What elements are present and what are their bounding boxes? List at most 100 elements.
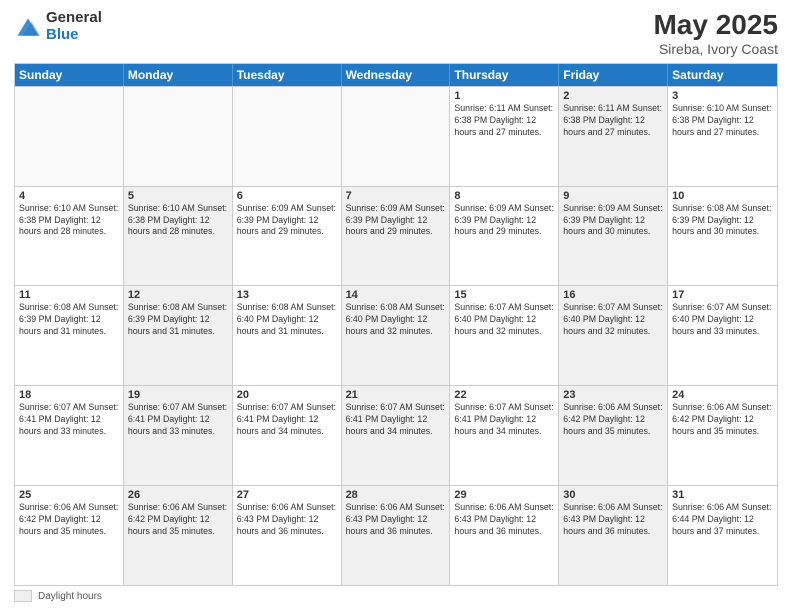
day-number: 31 (672, 489, 773, 501)
calendar-cell: 30Sunrise: 6:06 AM Sunset: 6:43 PM Dayli… (559, 486, 668, 585)
logo-icon (14, 13, 42, 41)
calendar-cell: 18Sunrise: 6:07 AM Sunset: 6:41 PM Dayli… (15, 386, 124, 485)
day-number: 23 (563, 389, 663, 401)
cell-info: Sunrise: 6:08 AM Sunset: 6:39 PM Dayligh… (19, 302, 119, 338)
day-number: 21 (346, 389, 446, 401)
day-number: 15 (454, 289, 554, 301)
day-number: 9 (563, 190, 663, 202)
cell-info: Sunrise: 6:06 AM Sunset: 6:42 PM Dayligh… (563, 402, 663, 438)
day-number: 27 (237, 489, 337, 501)
cell-info: Sunrise: 6:06 AM Sunset: 6:42 PM Dayligh… (672, 402, 773, 438)
cell-info: Sunrise: 6:07 AM Sunset: 6:40 PM Dayligh… (563, 302, 663, 338)
cell-info: Sunrise: 6:08 AM Sunset: 6:39 PM Dayligh… (672, 203, 773, 239)
calendar: SundayMondayTuesdayWednesdayThursdayFrid… (14, 63, 778, 586)
calendar-cell: 12Sunrise: 6:08 AM Sunset: 6:39 PM Dayli… (124, 286, 233, 385)
calendar-cell: 2Sunrise: 6:11 AM Sunset: 6:38 PM Daylig… (559, 87, 668, 186)
calendar-cell: 21Sunrise: 6:07 AM Sunset: 6:41 PM Dayli… (342, 386, 451, 485)
cell-info: Sunrise: 6:07 AM Sunset: 6:41 PM Dayligh… (346, 402, 446, 438)
header-cell-wednesday: Wednesday (342, 64, 451, 86)
logo-text: General Blue (46, 10, 102, 43)
day-number: 24 (672, 389, 773, 401)
day-number: 16 (563, 289, 663, 301)
calendar-cell: 11Sunrise: 6:08 AM Sunset: 6:39 PM Dayli… (15, 286, 124, 385)
logo: General Blue (14, 10, 102, 43)
calendar-cell: 28Sunrise: 6:06 AM Sunset: 6:43 PM Dayli… (342, 486, 451, 585)
logo-blue-text: Blue (46, 27, 102, 44)
calendar-body: 1Sunrise: 6:11 AM Sunset: 6:38 PM Daylig… (15, 86, 777, 585)
day-number: 8 (454, 190, 554, 202)
cell-info: Sunrise: 6:08 AM Sunset: 6:40 PM Dayligh… (346, 302, 446, 338)
cell-info: Sunrise: 6:07 AM Sunset: 6:41 PM Dayligh… (237, 402, 337, 438)
calendar-cell: 24Sunrise: 6:06 AM Sunset: 6:42 PM Dayli… (668, 386, 777, 485)
day-number: 1 (454, 90, 554, 102)
calendar-cell: 14Sunrise: 6:08 AM Sunset: 6:40 PM Dayli… (342, 286, 451, 385)
calendar-cell: 6Sunrise: 6:09 AM Sunset: 6:39 PM Daylig… (233, 187, 342, 286)
header-cell-sunday: Sunday (15, 64, 124, 86)
header-cell-monday: Monday (124, 64, 233, 86)
calendar-cell: 27Sunrise: 6:06 AM Sunset: 6:43 PM Dayli… (233, 486, 342, 585)
day-number: 5 (128, 190, 228, 202)
day-number: 25 (19, 489, 119, 501)
calendar-cell: 7Sunrise: 6:09 AM Sunset: 6:39 PM Daylig… (342, 187, 451, 286)
cell-info: Sunrise: 6:07 AM Sunset: 6:40 PM Dayligh… (454, 302, 554, 338)
calendar-cell: 1Sunrise: 6:11 AM Sunset: 6:38 PM Daylig… (450, 87, 559, 186)
day-number: 11 (19, 289, 119, 301)
calendar-cell: 31Sunrise: 6:06 AM Sunset: 6:44 PM Dayli… (668, 486, 777, 585)
calendar-cell: 22Sunrise: 6:07 AM Sunset: 6:41 PM Dayli… (450, 386, 559, 485)
calendar-cell: 20Sunrise: 6:07 AM Sunset: 6:41 PM Dayli… (233, 386, 342, 485)
calendar-cell: 5Sunrise: 6:10 AM Sunset: 6:38 PM Daylig… (124, 187, 233, 286)
calendar-cell: 13Sunrise: 6:08 AM Sunset: 6:40 PM Dayli… (233, 286, 342, 385)
calendar-cell: 15Sunrise: 6:07 AM Sunset: 6:40 PM Dayli… (450, 286, 559, 385)
cell-info: Sunrise: 6:06 AM Sunset: 6:43 PM Dayligh… (346, 502, 446, 538)
cell-info: Sunrise: 6:07 AM Sunset: 6:41 PM Dayligh… (454, 402, 554, 438)
logo-general-text: General (46, 10, 102, 27)
cell-info: Sunrise: 6:06 AM Sunset: 6:42 PM Dayligh… (128, 502, 228, 538)
day-number: 4 (19, 190, 119, 202)
day-number: 7 (346, 190, 446, 202)
day-number: 20 (237, 389, 337, 401)
day-number: 3 (672, 90, 773, 102)
calendar-header-row: SundayMondayTuesdayWednesdayThursdayFrid… (15, 64, 777, 86)
page: General Blue May 2025 Sireba, Ivory Coas… (0, 0, 792, 612)
title-block: May 2025 Sireba, Ivory Coast (653, 10, 778, 57)
day-number: 28 (346, 489, 446, 501)
calendar-cell: 26Sunrise: 6:06 AM Sunset: 6:42 PM Dayli… (124, 486, 233, 585)
day-number: 14 (346, 289, 446, 301)
day-number: 2 (563, 90, 663, 102)
cell-info: Sunrise: 6:06 AM Sunset: 6:43 PM Dayligh… (563, 502, 663, 538)
calendar-row: 25 Sunrise: 6:06 AM Sunset: 6:42 PM Dayli… (15, 485, 777, 585)
cell-info: Sunrise: 6:09 AM Sunset: 6:39 PM Dayligh… (563, 203, 663, 239)
day-number: 13 (237, 289, 337, 301)
cell-info: Sunrise: 6:11 AM Sunset: 6:38 PM Dayligh… (454, 103, 554, 139)
header-cell-thursday: Thursday (450, 64, 559, 86)
day-number: 12 (128, 289, 228, 301)
cell-info: Sunrise: 6:09 AM Sunset: 6:39 PM Dayligh… (346, 203, 446, 239)
calendar-row: 18Sunrise: 6:07 AM Sunset: 6:41 PM Dayli… (15, 385, 777, 485)
calendar-cell: 9Sunrise: 6:09 AM Sunset: 6:39 PM Daylig… (559, 187, 668, 286)
calendar-cell: 8Sunrise: 6:09 AM Sunset: 6:39 PM Daylig… (450, 187, 559, 286)
calendar-cell: 19Sunrise: 6:07 AM Sunset: 6:41 PM Dayli… (124, 386, 233, 485)
cell-info: Sunrise: 6:07 AM Sunset: 6:41 PM Dayligh… (128, 402, 228, 438)
day-number: 29 (454, 489, 554, 501)
calendar-row: 1Sunrise: 6:11 AM Sunset: 6:38 PM Daylig… (15, 86, 777, 186)
cell-info: Sunrise: 6:06 AM Sunset: 6:43 PM Dayligh… (454, 502, 554, 538)
cell-info: Sunrise: 6:06 AM Sunset: 6:43 PM Dayligh… (237, 502, 337, 538)
calendar-cell (124, 87, 233, 186)
day-number: 30 (563, 489, 663, 501)
calendar-cell: 17Sunrise: 6:07 AM Sunset: 6:40 PM Dayli… (668, 286, 777, 385)
cell-info: Sunrise: 6:10 AM Sunset: 6:38 PM Dayligh… (672, 103, 773, 139)
day-number: 6 (237, 190, 337, 202)
day-number: 26 (128, 489, 228, 501)
header: General Blue May 2025 Sireba, Ivory Coas… (14, 10, 778, 57)
day-number: 19 (128, 389, 228, 401)
calendar-cell: 3Sunrise: 6:10 AM Sunset: 6:38 PM Daylig… (668, 87, 777, 186)
location-title: Sireba, Ivory Coast (653, 41, 778, 57)
calendar-cell: 25Sunrise: 6:06 AM Sunset: 6:42 PM Dayli… (15, 486, 124, 585)
footer-label: Daylight hours (38, 591, 102, 602)
day-number: 17 (672, 289, 773, 301)
calendar-row: 4 Sunrise: 6:10 AM Sunset: 6:38 PM Daylig… (15, 186, 777, 286)
calendar-cell: 16Sunrise: 6:07 AM Sunset: 6:40 PM Dayli… (559, 286, 668, 385)
cell-info: Sunrise: 6:06 AM Sunset: 6:44 PM Dayligh… (672, 502, 773, 538)
cell-info: Sunrise: 6:10 AM Sunset: 6:38 PM Dayligh… (128, 203, 228, 239)
calendar-cell (342, 87, 451, 186)
